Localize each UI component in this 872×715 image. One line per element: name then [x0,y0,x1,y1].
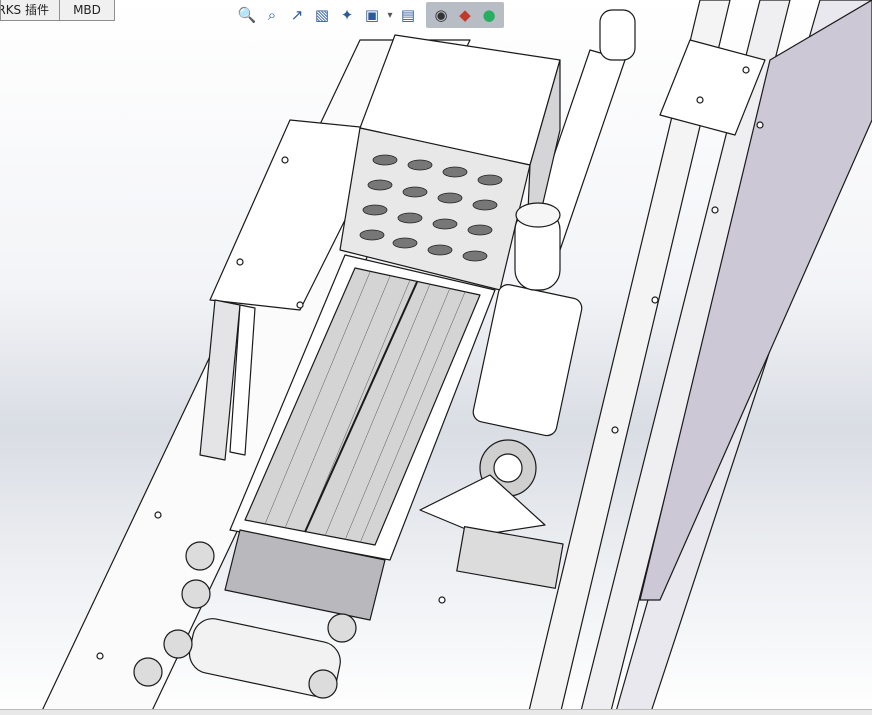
adjust-knob [163,629,193,659]
apply-scene-icon[interactable]: ● [478,4,500,26]
adjust-knob [133,657,163,687]
command-manager-tabs: SOLIDWORKS 插件 MBD [0,0,115,22]
appearance-group: ◉ ◆ ● [426,2,504,28]
hide-show-icon[interactable]: ◉ [430,4,452,26]
motor-cap-top [515,202,561,228]
zoom-to-fit-icon[interactable]: 🔍 [236,4,258,26]
view-orientation-icon[interactable]: ▣ [361,4,383,26]
display-style-icon[interactable]: ▤ [397,4,419,26]
chevron-down-icon[interactable]: ▾ [386,4,394,26]
tab-solidworks-addins[interactable]: SOLIDWORKS 插件 [0,0,60,21]
arm-top-cylinder [599,9,636,61]
linear-actuator [456,526,564,589]
bottom-border [0,709,872,715]
adjust-knob [185,541,215,571]
adjust-knob [327,613,357,643]
edit-appearance-icon[interactable]: ◆ [454,4,476,26]
heads-up-view-toolbar: 🔍 ⌕ ↗ ▧ ✦ ▣ ▾ ▤ ◉ ◆ ● [236,2,504,28]
section-view-icon[interactable]: ▧ [311,4,333,26]
dynamic-annotation-icon[interactable]: ✦ [336,4,358,26]
adjust-knob [308,669,338,699]
zoom-area-icon[interactable]: ⌕ [261,4,283,26]
adjust-knob [181,579,211,609]
cad-graphics-area[interactable] [0,0,872,715]
tab-mbd[interactable]: MBD [59,0,115,21]
previous-view-icon[interactable]: ↗ [286,4,308,26]
